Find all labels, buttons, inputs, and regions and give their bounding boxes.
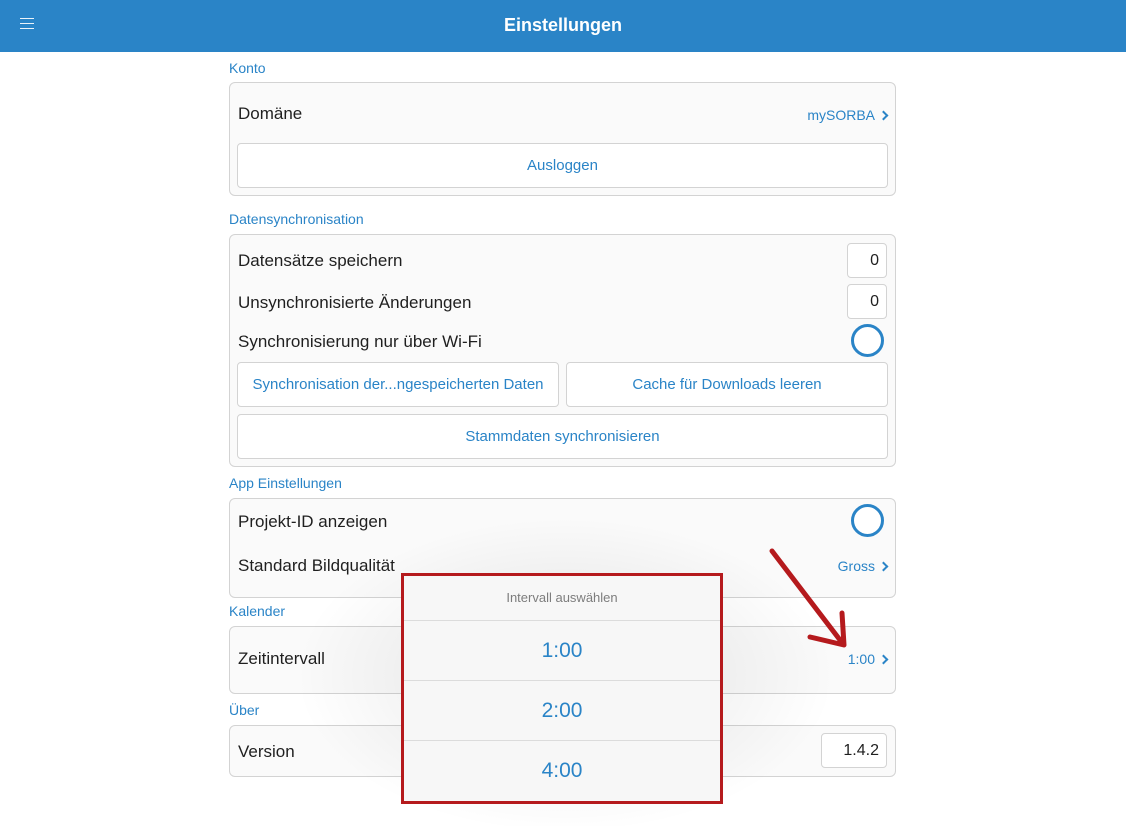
domain-value-link[interactable]: mySORBA [807,107,889,123]
chevron-right-icon [878,561,889,571]
interval-picker: Intervall auswählen 1:00 2:00 4:00 [403,575,721,802]
domain-label: Domäne [238,104,303,123]
image-quality-label: Standard Bildqualität [238,556,395,575]
version-value: 1.4.2 [821,733,887,768]
annotation-arrow-icon [769,548,847,648]
interval-label: Zeitintervall [238,649,325,668]
card-konto: Domäne mySORBA Ausloggen [229,82,896,196]
section-label-app: App Einstellungen [229,475,342,491]
unsynced-label: Unsynchronisierte Änderungen [238,293,472,312]
page-title: Einstellungen [503,15,622,35]
wifi-only-label: Synchronisierung nur über Wi-Fi [238,332,482,351]
domain-value: mySORBA [807,107,875,123]
project-id-toggle[interactable] [851,504,884,537]
picker-option-2[interactable]: 2:00 [403,681,721,741]
logout-button[interactable]: Ausloggen [237,143,888,188]
chevron-right-icon [878,110,889,120]
section-label-konto: Konto [229,60,266,76]
picker-title: Intervall auswählen [403,575,721,621]
card-sync: Datensätze speichern 0 Unsynchronisierte… [229,234,896,467]
section-label-calendar: Kalender [229,603,286,619]
version-label: Version [238,742,295,761]
chevron-right-icon [878,654,889,664]
wifi-only-toggle[interactable] [851,324,884,357]
clear-cache-button[interactable]: Cache für Downloads leeren [566,362,888,407]
unsynced-value: 0 [847,284,887,319]
sync-master-data-button[interactable]: Stammdaten synchronisieren [237,414,888,459]
project-id-label: Projekt-ID anzeigen [238,512,388,531]
section-label-sync: Datensynchronisation [229,211,364,227]
saved-records-label: Datensätze speichern [238,251,403,270]
sync-saved-data-button[interactable]: Synchronisation der...ngespeicherten Dat… [237,362,559,407]
section-label-about: Über [229,702,260,718]
picker-option-3[interactable]: 4:00 [403,741,721,801]
picker-option-1[interactable]: 1:00 [403,621,721,681]
navigation-bar: Einstellungen [0,0,1126,52]
saved-records-value: 0 [847,243,887,278]
